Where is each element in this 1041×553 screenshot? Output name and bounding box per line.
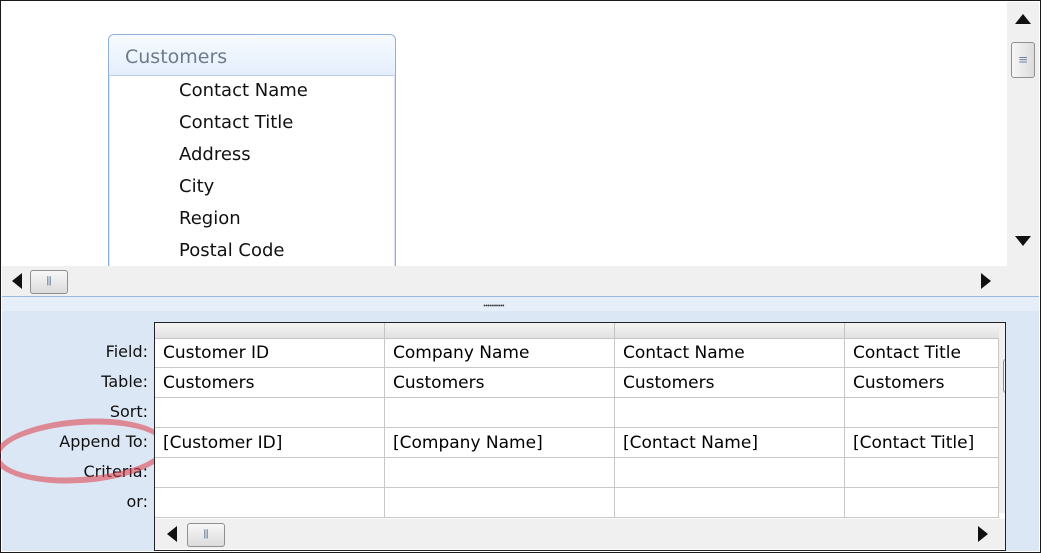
grid-cell-or[interactable] (155, 488, 385, 518)
grid-cell-append-to[interactable]: [Contact Title] (845, 428, 999, 458)
query-grid-pane: Field: Table: Sort: Append To: Criteria:… (0, 311, 1039, 551)
grid-cell-field[interactable]: Contact Title (845, 338, 999, 368)
design-grid: Customer ID Customers [Customer ID] Comp… (154, 322, 1006, 551)
splitter-grip-icon[interactable]: ꞏꞏꞏꞏꞏꞏꞏꞏꞏꞏ (483, 298, 505, 312)
grid-cell-or[interactable] (845, 488, 999, 518)
grid-cell-table[interactable]: Customers (155, 368, 385, 398)
table-title[interactable]: Customers (109, 35, 395, 76)
grid-cell-table[interactable]: Customers (845, 368, 999, 398)
scroll-thumb[interactable]: ⦀ (187, 523, 225, 547)
scrollbar-corner (1007, 266, 1039, 296)
grid-cell-field[interactable]: Customer ID (155, 338, 385, 368)
query-designer-window: Customers Contact Name Contact Title Add… (0, 0, 1041, 553)
grip-icon: ≡ (1017, 52, 1029, 67)
grid-cell-criteria[interactable] (155, 458, 385, 488)
design-pane-vertical-scrollbar[interactable]: ≡ (1007, 2, 1039, 266)
grid-cell-table[interactable]: Customers (615, 368, 845, 398)
grid-cell-field[interactable]: Company Name (385, 338, 615, 368)
field-list-item[interactable]: Contact Name (179, 75, 308, 107)
row-label-criteria: Criteria: (83, 462, 148, 481)
grid-cell-sort[interactable] (155, 398, 385, 428)
pane-splitter[interactable]: ꞏꞏꞏꞏꞏꞏꞏꞏꞏꞏ (2, 296, 1039, 312)
column-selector[interactable] (615, 323, 845, 339)
column-selector[interactable] (155, 323, 385, 339)
grid-cell-table[interactable]: Customers (385, 368, 615, 398)
column-selector[interactable] (385, 323, 615, 339)
row-label-table: Table: (101, 372, 148, 391)
scroll-left-arrow-icon[interactable] (12, 273, 22, 289)
grid-vertical-scrollbar[interactable]: ≡ (999, 323, 1005, 513)
field-list-item[interactable]: Address (179, 139, 308, 171)
customers-table-field-list[interactable]: Customers Contact Name Contact Title Add… (108, 34, 396, 275)
row-label-or: or: (126, 492, 148, 511)
grid-cell-or[interactable] (385, 488, 615, 518)
column-selector[interactable] (845, 323, 1000, 339)
grid-cell-criteria[interactable] (845, 458, 999, 488)
grid-cell-append-to[interactable]: [Customer ID] (155, 428, 385, 458)
table-design-pane: Customers Contact Name Contact Title Add… (2, 2, 1039, 296)
field-list: Contact Name Contact Title Address City … (179, 75, 308, 267)
scroll-down-arrow-icon[interactable] (1015, 236, 1031, 246)
scroll-thumb[interactable]: ≡ (1003, 359, 1005, 393)
grid-cell-sort[interactable] (845, 398, 999, 428)
field-list-item[interactable]: Postal Code (179, 235, 308, 267)
grid-cell-append-to[interactable]: [Company Name] (385, 428, 615, 458)
scroll-right-arrow-icon[interactable] (981, 273, 991, 289)
grip-icon: ⦀ (46, 274, 52, 289)
grid-cell-criteria[interactable] (385, 458, 615, 488)
grip-icon: ⦀ (203, 527, 209, 542)
field-list-item[interactable]: Contact Title (179, 107, 308, 139)
design-pane-horizontal-scrollbar[interactable]: ⦀ (2, 266, 1007, 296)
scroll-thumb[interactable]: ≡ (1011, 42, 1035, 78)
grid-cell-append-to[interactable]: [Contact Name] (615, 428, 845, 458)
grid-cell-sort[interactable] (385, 398, 615, 428)
scroll-up-arrow-icon[interactable] (1015, 14, 1031, 24)
row-label-append-to: Append To: (59, 432, 148, 451)
grid-cell-or[interactable] (615, 488, 845, 518)
row-label-field: Field: (105, 342, 148, 361)
row-label-sort: Sort: (109, 402, 148, 421)
field-list-item[interactable]: City (179, 171, 308, 203)
grid-cell-field[interactable]: Contact Name (615, 338, 845, 368)
grid-cell-criteria[interactable] (615, 458, 845, 488)
grid-horizontal-scrollbar[interactable]: ⦀ (155, 519, 1005, 549)
field-list-item[interactable]: Region (179, 203, 308, 235)
scroll-thumb[interactable]: ⦀ (30, 270, 68, 294)
scroll-right-arrow-icon[interactable] (978, 526, 988, 542)
scroll-left-arrow-icon[interactable] (167, 526, 177, 542)
grid-cell-sort[interactable] (615, 398, 845, 428)
